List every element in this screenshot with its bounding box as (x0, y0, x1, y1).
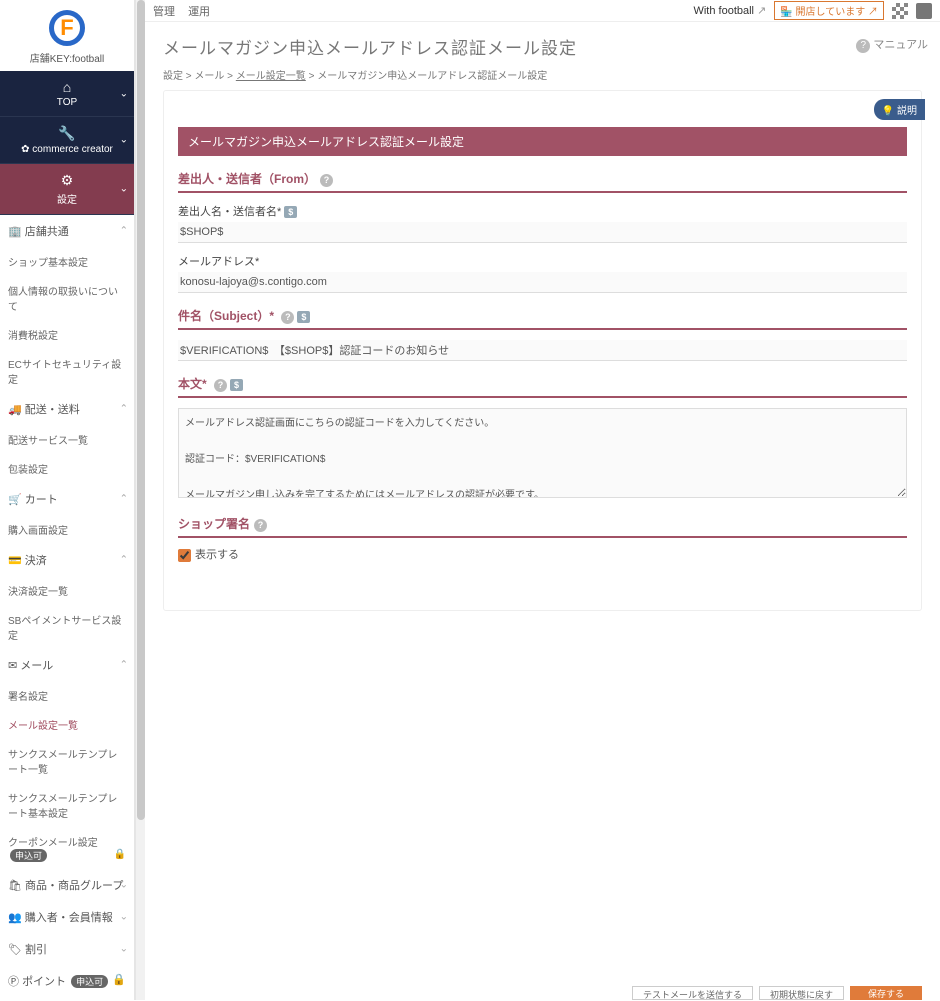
page-header: メールマガジン申込メールアドレス認証メール設定 マニュアル (145, 22, 940, 65)
info-icon[interactable]: ? (214, 379, 227, 392)
info-icon[interactable]: ? (320, 174, 333, 187)
chevron-down-icon: ⌄ (120, 880, 128, 891)
chevron-up-icon: ⌃ (120, 404, 128, 415)
chevron-up-icon: ⌃ (120, 226, 128, 237)
gear-icon: ⚙ (6, 172, 128, 189)
wrench-icon: 🔧 (6, 125, 128, 142)
label-sender-name: 差出人名・送信者名*$ (178, 203, 907, 219)
label-email: メールアドレス* (178, 253, 907, 269)
item-ecsec[interactable]: ECサイトセキュリティ設定 (0, 349, 134, 393)
chevron-up-icon: ⌃ (120, 494, 128, 505)
chevron-down-icon: ⌄ (120, 912, 128, 923)
input-subject[interactable] (178, 340, 907, 361)
nav-top-label: TOP (57, 97, 77, 108)
var-tag-icon[interactable]: $ (230, 379, 243, 391)
textarea-body[interactable] (178, 408, 907, 498)
with-football-link[interactable]: With football ↗ (693, 4, 766, 17)
section-signature: ショップ署名? (178, 515, 907, 538)
item-ship-svc[interactable]: 配送サービス一覧 (0, 425, 134, 454)
group-product[interactable]: 🛍 商品・商品グループ⌄ (0, 869, 134, 901)
user-menu-icon[interactable] (916, 3, 932, 19)
main-content: 管理 運用 With football ↗ 🏪 開店しています ↗ メールマガジ… (145, 0, 940, 1000)
store-status-link[interactable]: 🏪 開店しています ↗ (774, 1, 884, 20)
item-thanks-basic[interactable]: サンクスメールテンプレート基本設定 (0, 783, 134, 827)
section-body: 本文* ?$ (178, 375, 907, 398)
nav-top[interactable]: ⌂ TOP ⌄ (0, 71, 134, 117)
sidebar: 店舗KEY:football ⌂ TOP ⌄ 🔧 ✿ commerce crea… (0, 0, 135, 1000)
manual-link[interactable]: マニュアル (856, 36, 928, 53)
logo-icon (49, 10, 85, 46)
footer-actions: テストメールを送信する 初期状態に戻す 保存する (145, 986, 940, 1000)
item-shop-basic[interactable]: ショップ基本設定 (0, 247, 134, 276)
item-coupon-mail[interactable]: クーポンメール設定 申込可🔒 (0, 827, 134, 869)
help-tab[interactable]: 説明 (874, 99, 925, 120)
lock-icon: 🔒 (114, 849, 126, 860)
nav-primary: ⌂ TOP ⌄ 🔧 ✿ commerce creator ⌄ ⚙ 設定 ⌄ (0, 71, 134, 215)
checkbox-show-signature[interactable]: 表示する (178, 549, 239, 561)
scrollbar-thumb[interactable] (137, 0, 145, 820)
tab-operate[interactable]: 運用 (188, 6, 210, 18)
checkbox-show-signature-input[interactable] (178, 549, 191, 562)
topbar: 管理 運用 With football ↗ 🏪 開店しています ↗ (145, 0, 940, 22)
group-point[interactable]: Ⓟ ポイント 申込可🔒 (0, 965, 134, 997)
save-button[interactable]: 保存する (850, 986, 922, 1000)
group-discount[interactable]: 🏷 割引⌄ (0, 933, 134, 965)
var-tag-icon[interactable]: $ (284, 206, 297, 218)
card-title-bar: メールマガジン申込メールアドレス認証メール設定 (178, 127, 907, 156)
item-tax[interactable]: 消費税設定 (0, 320, 134, 349)
nav-creator[interactable]: 🔧 ✿ commerce creator ⌄ (0, 117, 134, 164)
shop-key-label: 店舗KEY:football (0, 50, 134, 65)
group-shipping[interactable]: 🚚 配送・送料⌃ (0, 393, 134, 425)
item-pack[interactable]: 包装設定 (0, 454, 134, 483)
section-from: 差出人・送信者（From）? (178, 170, 907, 193)
chevron-up-icon: ⌃ (120, 555, 128, 566)
input-sender-name[interactable] (178, 222, 907, 243)
group-member[interactable]: 👥 購入者・会員情報⌄ (0, 901, 134, 933)
settings-card: 説明 メールマガジン申込メールアドレス認証メール設定 差出人・送信者（From）… (163, 90, 922, 611)
item-cart-screen[interactable]: 購入画面設定 (0, 515, 134, 544)
apps-grid-icon[interactable] (892, 3, 908, 19)
tab-admin[interactable]: 管理 (153, 6, 175, 18)
test-mail-button[interactable]: テストメールを送信する (632, 986, 753, 1000)
breadcrumb: 設定 > メール > メール設定一覧 > メールマガジン申込メールアドレス認証メ… (145, 65, 940, 90)
item-sbpay[interactable]: SBペイメントサービス設定 (0, 605, 134, 649)
info-icon[interactable]: ? (254, 519, 267, 532)
item-mail-settings[interactable]: メール設定一覧 (0, 710, 134, 739)
page-title: メールマガジン申込メールアドレス認証メール設定 (163, 34, 922, 59)
item-pay-list[interactable]: 決済設定一覧 (0, 576, 134, 605)
badge-apply: 申込可 (71, 975, 108, 988)
crumb-mail-list[interactable]: メール設定一覧 (236, 71, 306, 82)
badge-apply: 申込可 (10, 849, 47, 862)
item-privacy[interactable]: 個人情報の取扱いについて (0, 276, 134, 320)
info-icon[interactable]: ? (281, 311, 294, 324)
group-payment[interactable]: 💳 決済⌃ (0, 544, 134, 576)
section-subject: 件名（Subject）* ?$ (178, 307, 907, 330)
crumb-current: メールマガジン申込メールアドレス認証メール設定 (317, 71, 547, 82)
chevron-down-icon: ⌄ (120, 88, 128, 99)
item-signature[interactable]: 署名設定 (0, 681, 134, 710)
nav-settings-label: 設定 (57, 195, 77, 206)
var-tag-icon[interactable]: $ (297, 311, 310, 323)
nav-creator-label: commerce creator (32, 144, 113, 155)
chevron-up-icon: ⌃ (120, 660, 128, 671)
home-icon: ⌂ (6, 79, 128, 95)
reset-button[interactable]: 初期状態に戻す (759, 986, 844, 1000)
chevron-down-icon: ⌄ (120, 944, 128, 955)
chevron-down-icon: ⌄ (120, 135, 128, 146)
lock-icon: 🔒 (112, 973, 126, 986)
chevron-down-icon: ⌄ (120, 184, 128, 195)
input-email[interactable] (178, 272, 907, 293)
group-mail[interactable]: ✉ メール⌃ (0, 649, 134, 681)
crumb-mail[interactable]: メール (194, 71, 224, 82)
external-link-icon: ↗ (757, 5, 766, 17)
sidebar-header: 店舗KEY:football (0, 0, 134, 71)
nav-settings[interactable]: ⚙ 設定 ⌄ (0, 164, 134, 215)
crumb-settings[interactable]: 設定 (163, 71, 183, 82)
item-thanks-list[interactable]: サンクスメールテンプレート一覧 (0, 739, 134, 783)
sidebar-scrollbar[interactable] (135, 0, 145, 1000)
group-common[interactable]: 🏢 店舗共通⌃ (0, 215, 134, 247)
group-cart[interactable]: 🛒 カート⌃ (0, 483, 134, 515)
